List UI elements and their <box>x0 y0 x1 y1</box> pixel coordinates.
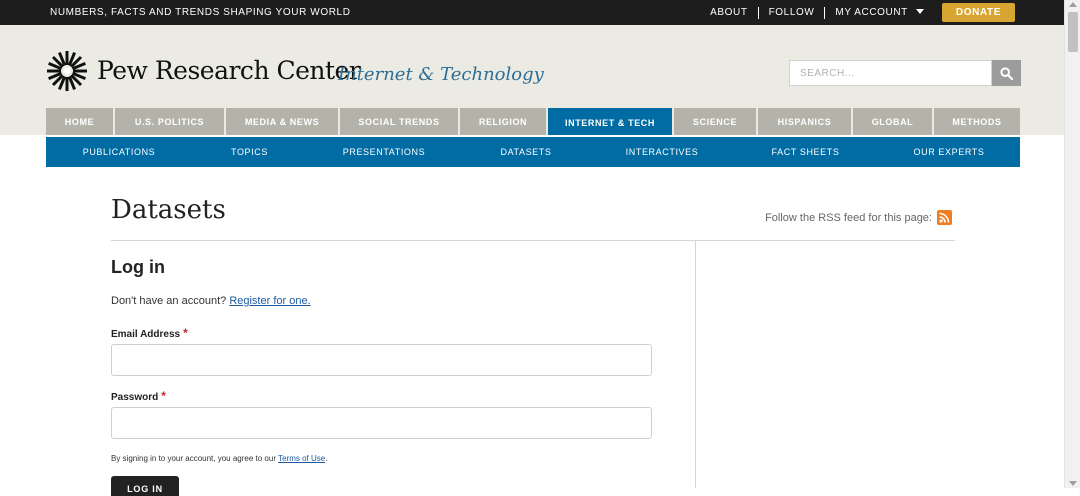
utility-bar: NUMBERS, FACTS AND TRENDS SHAPING YOUR W… <box>0 0 1064 25</box>
tab-methods[interactable]: METHODS <box>934 108 1020 135</box>
tab-social-trends[interactable]: SOCIAL TRENDS <box>340 108 458 135</box>
tab-media-news[interactable]: MEDIA & NEWS <box>226 108 338 135</box>
donate-button[interactable]: DONATE <box>941 3 1015 22</box>
logo-sunburst-icon[interactable] <box>46 50 88 92</box>
email-label: Email Address * <box>111 326 188 340</box>
subnav-fact-sheets[interactable]: FACT SHEETS <box>733 137 878 167</box>
password-label: Password * <box>111 389 166 403</box>
scroll-down-icon[interactable] <box>1069 481 1077 486</box>
subnav-datasets[interactable]: DATASETS <box>461 137 591 167</box>
subnav-our-experts[interactable]: OUR EXPERTS <box>878 137 1020 167</box>
main-nav: HOME U.S. POLITICS MEDIA & NEWS SOCIAL T… <box>46 108 1020 137</box>
agree-text: By signing in to your account, you agree… <box>111 454 276 463</box>
email-field[interactable] <box>111 344 652 376</box>
tab-hispanics[interactable]: HISPANICS <box>758 108 851 135</box>
scroll-up-icon[interactable] <box>1069 2 1077 7</box>
column-divider <box>695 241 696 488</box>
subnav-publications[interactable]: PUBLICATIONS <box>46 137 192 167</box>
subnav-topics[interactable]: TOPICS <box>192 137 307 167</box>
required-mark: * <box>183 326 188 340</box>
subnav-interactives[interactable]: INTERACTIVES <box>591 137 733 167</box>
terms-link[interactable]: Terms of Use <box>278 454 325 463</box>
tab-home[interactable]: HOME <box>46 108 113 135</box>
tab-global[interactable]: GLOBAL <box>853 108 932 135</box>
search-icon <box>1000 66 1013 80</box>
password-label-text: Password <box>111 392 159 403</box>
tab-science[interactable]: SCIENCE <box>674 108 756 135</box>
search-input[interactable]: SEARCH... <box>789 60 992 86</box>
subnav-presentations[interactable]: PRESENTATIONS <box>307 137 461 167</box>
page-title: Datasets <box>111 195 226 225</box>
content-divider <box>111 240 955 241</box>
password-field[interactable] <box>111 407 652 439</box>
page-scrollbar[interactable] <box>1064 0 1080 488</box>
search-button[interactable] <box>992 60 1021 86</box>
site-logo-text[interactable]: Pew Research Center <box>97 56 361 85</box>
required-mark: * <box>161 389 166 403</box>
tagline: NUMBERS, FACTS AND TRENDS SHAPING YOUR W… <box>50 7 351 18</box>
terms-notice: By signing in to your account, you agree… <box>111 454 327 463</box>
my-account-menu[interactable]: MY ACCOUNT <box>825 7 934 19</box>
tab-internet-tech[interactable]: INTERNET & TECH <box>548 108 672 137</box>
sub-nav: PUBLICATIONS TOPICS PRESENTATIONS DATASE… <box>46 137 1020 167</box>
caret-down-icon <box>915 9 924 15</box>
scrollbar-thumb[interactable] <box>1068 12 1078 52</box>
no-account-text: Don't have an account? <box>111 295 227 307</box>
tab-religion[interactable]: RELIGION <box>460 108 546 135</box>
section-title[interactable]: Internet & Technology <box>338 64 544 85</box>
login-button[interactable]: LOG IN <box>111 476 179 496</box>
rss-text: Follow the RSS feed for this page: <box>765 211 932 224</box>
rss-follow: Follow the RSS feed for this page: <box>765 210 952 225</box>
utility-links: ABOUT FOLLOW MY ACCOUNT DONATE <box>700 3 1015 22</box>
my-account-label: MY ACCOUNT <box>835 6 908 18</box>
register-prompt: Don't have an account? Register for one. <box>111 295 311 307</box>
follow-link[interactable]: FOLLOW <box>759 7 825 19</box>
rss-glyph <box>939 212 950 223</box>
terms-end: . <box>325 454 328 463</box>
about-link[interactable]: ABOUT <box>700 7 757 19</box>
login-heading: Log in <box>111 257 165 277</box>
register-link[interactable]: Register for one. <box>229 295 310 307</box>
email-label-text: Email Address <box>111 329 181 340</box>
tab-us-politics[interactable]: U.S. POLITICS <box>115 108 224 135</box>
rss-icon[interactable] <box>937 210 952 225</box>
